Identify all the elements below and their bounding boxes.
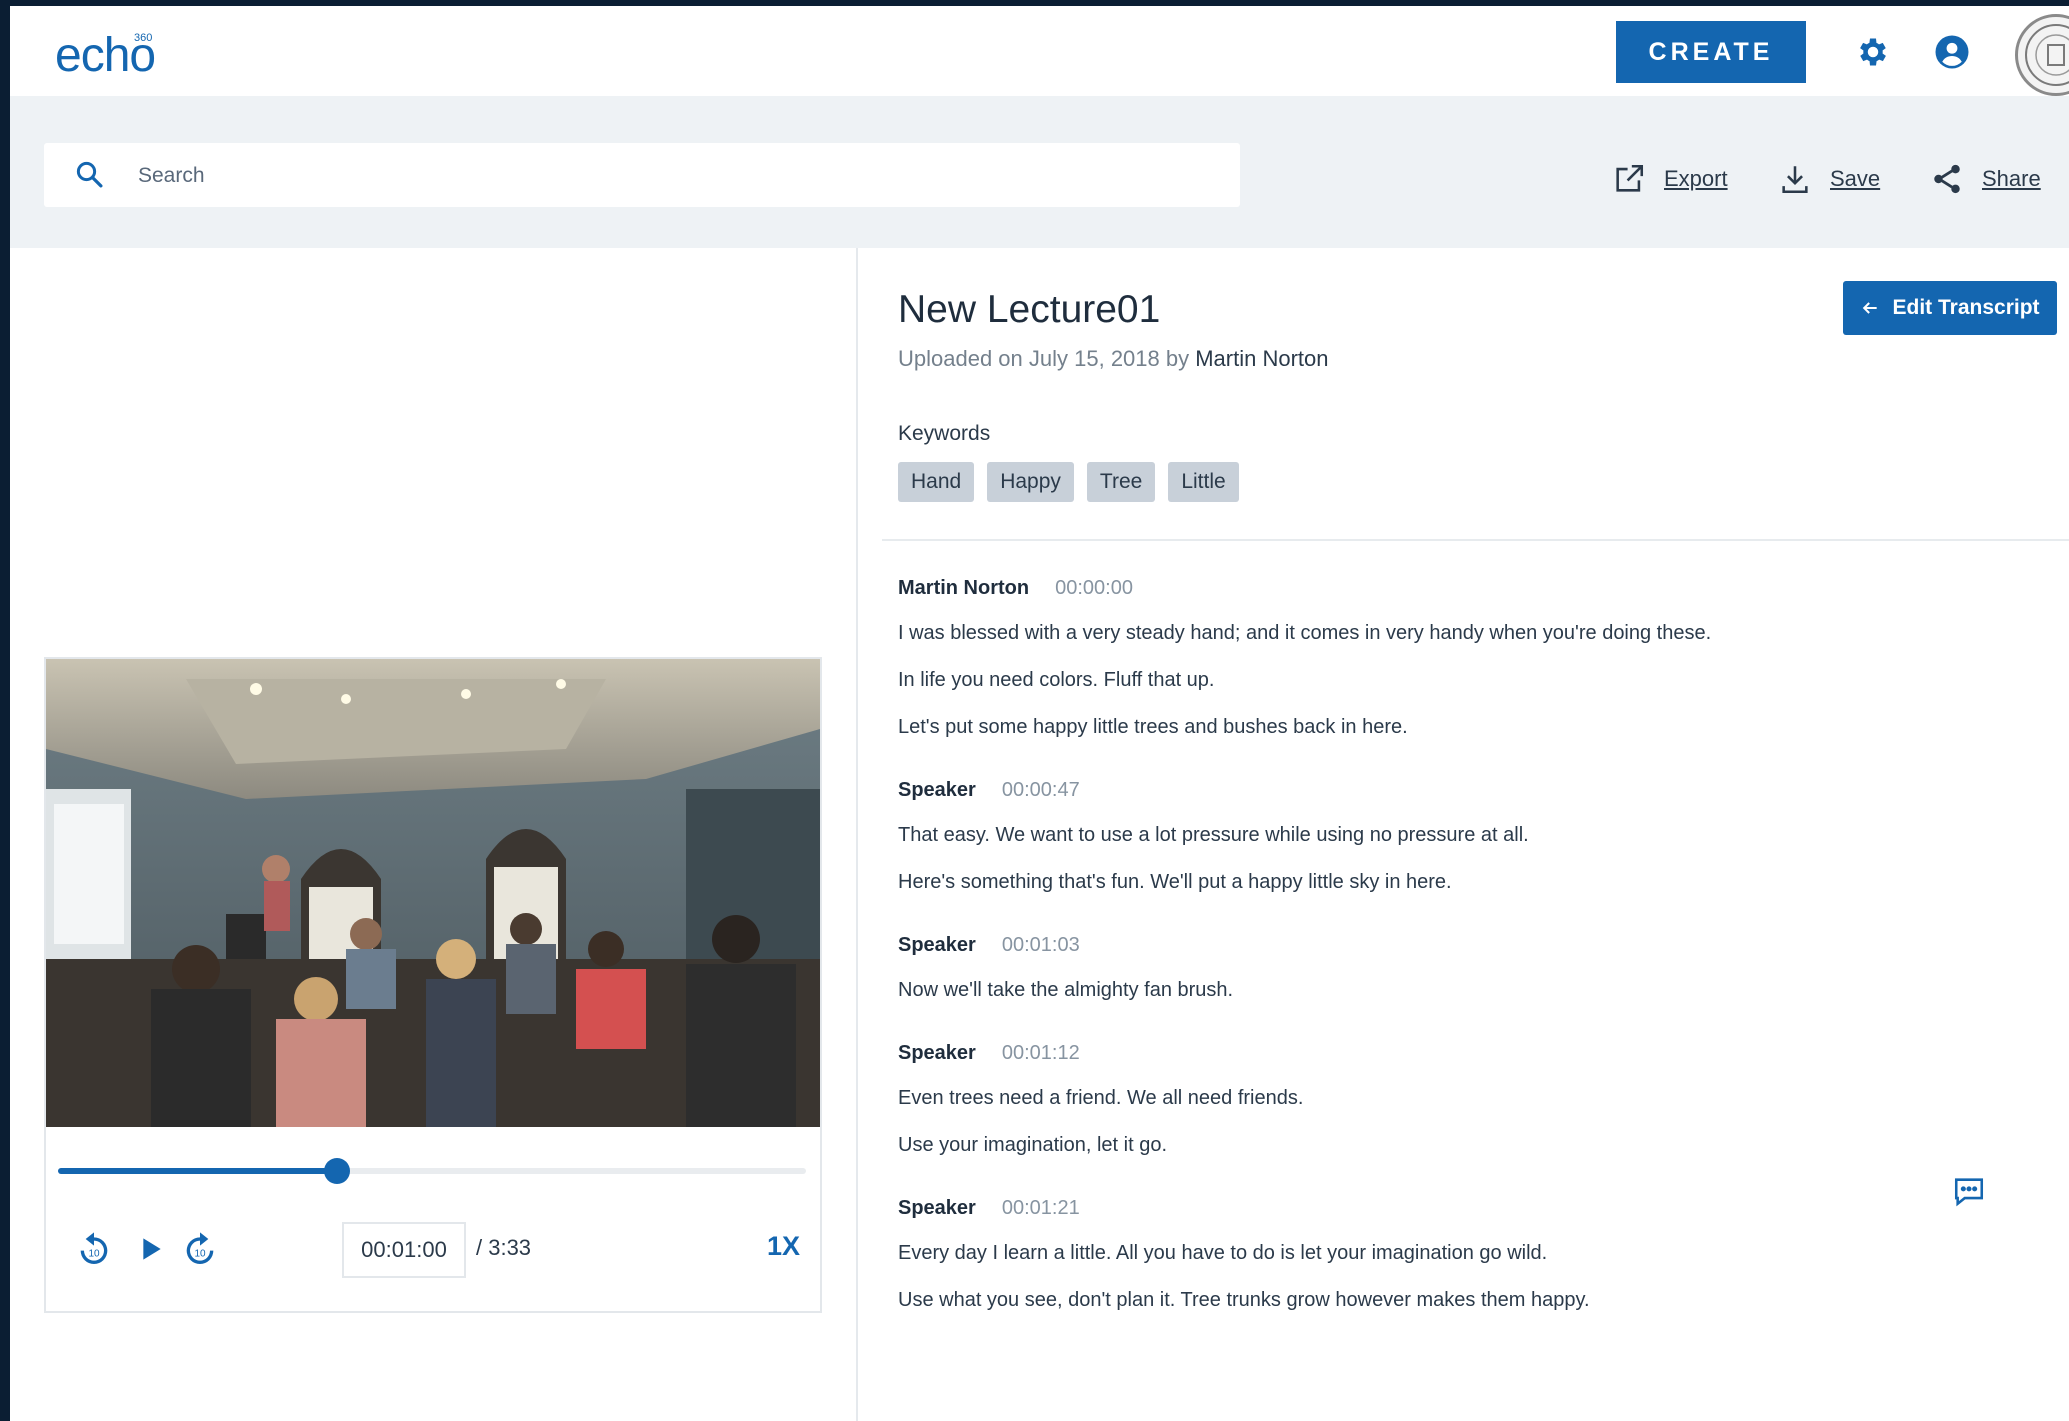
export-action[interactable]: Export [1612, 159, 1728, 199]
transcript-line[interactable]: Let's put some happy little trees and bu… [898, 710, 1778, 744]
svg-text:10: 10 [194, 1249, 206, 1260]
forward-10-icon[interactable]: 10 [180, 1229, 220, 1269]
transcript-line[interactable]: Use your imagination, let it go. [898, 1128, 1778, 1162]
upload-info: Uploaded on July 15, 2018 by Martin Nort… [898, 346, 1329, 372]
segment-header: Martin Norton 00:00:00 [898, 574, 1998, 602]
echo-logo-superscript: 360 [134, 32, 153, 44]
share-label[interactable]: Share [1982, 166, 2041, 192]
current-time-input[interactable]: 00:01:00 [342, 1222, 466, 1278]
keyword-tag[interactable]: Tree [1086, 462, 1156, 502]
create-button[interactable]: CREATE [1616, 21, 1806, 83]
search-input[interactable] [136, 155, 1220, 197]
progress-fill [58, 1168, 337, 1174]
progress-handle[interactable] [324, 1158, 350, 1184]
app-window: echo 360 CREATE Search Export Save Share… [10, 6, 2069, 1421]
segment-header: Speaker 00:00:47 [898, 776, 1998, 804]
user-account-icon[interactable] [1934, 34, 1970, 70]
svg-text:10: 10 [88, 1249, 100, 1260]
transcript-segment: Speaker 00:01:12 Even trees need a frien… [898, 1039, 1998, 1162]
external-link-icon [1616, 164, 1644, 192]
edit-transcript-label: Edit Transcript [1892, 296, 2040, 319]
gear-icon[interactable] [1855, 34, 1891, 70]
segment-timestamp[interactable]: 00:00:47 [1002, 779, 1080, 802]
export-label[interactable]: Export [1664, 166, 1728, 192]
transcript-line[interactable]: Every day I learn a little. All you have… [898, 1236, 1778, 1270]
transcript-line[interactable]: Use what you see, don't plan it. Tree tr… [898, 1283, 1778, 1317]
comment-icon[interactable] [1952, 1174, 1986, 1208]
speaker-name: Speaker [898, 1041, 976, 1064]
transcript-line[interactable]: Now we'll take the almighty fan brush. [898, 973, 1778, 1007]
total-duration: / 3:33 [476, 1235, 532, 1260]
save-action[interactable]: Save [1778, 159, 1880, 199]
section-divider [882, 539, 2069, 541]
segment-header: Speaker 00:01:21 [898, 1194, 1998, 1222]
arrow-left-icon [1863, 302, 1878, 314]
transcript-line[interactable]: In life you need colors. Fluff that up. [898, 663, 1778, 697]
rewind-10-icon[interactable]: 10 [74, 1229, 114, 1269]
speaker-name: Speaker [898, 1196, 976, 1219]
keyword-list: Hand Happy Tree Little [898, 462, 1239, 502]
transcript-segment: Speaker 00:00:47 That easy. We want to u… [898, 776, 1998, 899]
speaker-name: Speaker [898, 933, 976, 956]
segment-header: Speaker 00:01:12 [898, 1039, 1998, 1067]
transcript-line[interactable]: Even trees need a friend. We all need fr… [898, 1081, 1778, 1115]
keywords-label: Keywords [898, 422, 991, 445]
progress-track[interactable] [58, 1158, 806, 1184]
segment-header: Speaker 00:01:03 [898, 931, 1998, 959]
keyword-tag[interactable]: Happy [987, 462, 1074, 502]
panel-divider [856, 248, 858, 1421]
share-icon [1934, 164, 1960, 194]
transcript-line[interactable]: Here's something that's fun. We'll put a… [898, 865, 1778, 899]
transcript-segment: Martin Norton 00:00:00 I was blessed wit… [898, 574, 1998, 744]
segment-timestamp[interactable]: 00:00:00 [1055, 577, 1133, 600]
lecture-title: New Lecture01 [898, 288, 1161, 331]
toolbar: Export Save Share [10, 96, 2069, 248]
transcript-segment: Speaker 00:01:21 Every day I learn a lit… [898, 1194, 1998, 1317]
search-icon [76, 161, 103, 188]
playback-speed-button[interactable]: 1X [767, 1231, 800, 1262]
transcript-segment: Speaker 00:01:03 Now we'll take the almi… [898, 931, 1998, 1007]
keyword-tag[interactable]: Little [1168, 462, 1239, 502]
download-icon [1782, 166, 1808, 194]
upload-date-text: Uploaded on July 15, 2018 by [898, 346, 1190, 371]
save-label[interactable]: Save [1830, 166, 1880, 192]
edit-transcript-button[interactable]: Edit Transcript [1843, 281, 2057, 335]
transcript-line[interactable]: That easy. We want to use a lot pressure… [898, 818, 1778, 852]
play-icon[interactable] [134, 1233, 166, 1265]
speaker-name: Martin Norton [898, 576, 1030, 599]
segment-timestamp[interactable]: 00:01:21 [1002, 1197, 1080, 1220]
top-bar: echo 360 CREATE [10, 6, 2069, 96]
author-name: Martin Norton [1195, 346, 1329, 371]
segment-timestamp[interactable]: 00:01:12 [1002, 1042, 1080, 1065]
transcript-line[interactable]: I was blessed with a very steady hand; a… [898, 616, 1778, 650]
share-action[interactable]: Share [1930, 159, 2041, 199]
video-player: 10 10 00:01:00 / 3:33 1X [44, 657, 822, 1313]
transcript-list: Martin Norton 00:00:00 I was blessed wit… [898, 574, 1998, 1349]
keyword-tag[interactable]: Hand [898, 462, 975, 502]
video-frame[interactable] [46, 659, 820, 1127]
segment-timestamp[interactable]: 00:01:03 [1002, 934, 1080, 957]
institution-seal [2015, 14, 2069, 96]
search-bar[interactable] [44, 143, 1240, 207]
speaker-name: Speaker [898, 778, 976, 801]
